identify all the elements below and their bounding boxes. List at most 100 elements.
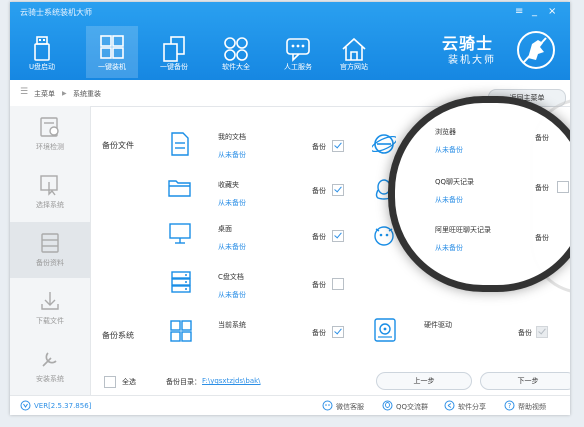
backup-label: 备份 [312,281,326,289]
home-icon [342,37,366,61]
backup-checkbox-qq[interactable] [557,181,569,193]
nav-label: 人工服务 [284,63,312,71]
item-status: 从未备份 [218,151,246,159]
sidebar-label: 下载文件 [36,317,64,325]
item-name: 浏览器 [435,128,456,136]
main-window: 云骑士系统装机大师 ≡ _ × U盘启动 一键装机 一键备份 软件大全 人工服务… [10,2,570,415]
item-status: 从未备份 [218,199,246,207]
select-system-icon [40,175,58,196]
nav-label: 软件大全 [222,63,250,71]
item-name: 桌面 [218,225,232,233]
brand-subtitle: 装机大师 [448,55,496,66]
help-video-link[interactable]: 帮助视频 [518,402,546,412]
item-name: C盘文档 [218,273,244,281]
prev-step-button[interactable]: 上一步 [376,372,472,390]
knight-logo-icon [517,31,555,69]
svg-text:?: ? [508,402,512,410]
backup-checkbox-current-system[interactable] [332,326,344,338]
item-status: 从未备份 [218,243,246,251]
breadcrumb-separator: ▶ [62,90,67,97]
wechat-service-link[interactable]: 微信客服 [336,402,364,412]
minimize-button[interactable]: _ [532,6,537,17]
backup-checkbox-desktop[interactable] [332,230,344,242]
sidebar-item-install[interactable]: 安装系统 [10,338,90,394]
hardware-driver-label: 硬件驱动 [424,321,452,329]
nav-label: 一键装机 [98,63,126,71]
sidebar-label: 选择系统 [36,201,64,209]
sidebar-label: 安装系统 [36,375,64,383]
nav-manual-service[interactable]: 人工服务 [272,32,324,78]
windows-icon [100,35,124,59]
sidebar-item-download[interactable]: 下载文件 [10,280,90,336]
backup-icon [163,36,185,62]
desktop-icon [169,223,191,244]
backup-label: 备份 [535,184,549,192]
backup-dir-label: 备份目录： [166,378,201,386]
next-step-button[interactable]: 下一步 [480,372,570,390]
backup-system-section-label: 备份系统 [102,331,134,340]
current-system-label: 当前系统 [218,321,246,329]
menu-button[interactable]: ≡ [515,6,523,17]
item-status: 从未备份 [435,196,463,204]
nav-one-key-backup[interactable]: 一键备份 [148,32,200,78]
item-name: 收藏夹 [218,181,239,189]
backup-checkbox-c-drive[interactable] [332,278,344,290]
version-icon [20,400,31,411]
wechat-icon [322,400,333,411]
sidebar-item-env-check[interactable]: 环境检测 [10,106,90,162]
backup-label: 备份 [312,143,326,151]
window-title: 云骑士系统装机大师 [20,8,92,17]
breadcrumb-home[interactable]: 主菜单 [34,89,55,99]
backup-label: 备份 [535,134,549,142]
backup-data-icon [41,233,59,253]
apps-icon [224,37,248,61]
chat-icon [286,38,310,62]
nav-one-key-install[interactable]: 一键装机 [86,26,138,78]
backup-label: 备份 [518,329,532,337]
sidebar-item-select-system[interactable]: 选择系统 [10,164,90,220]
close-button[interactable]: × [548,6,556,17]
document-icon [171,132,189,156]
download-icon [41,292,59,310]
qq-group-link[interactable]: QQ交流群 [396,402,428,412]
sidebar-label: 环境检测 [36,143,64,151]
backup-checkbox-documents[interactable] [332,140,344,152]
sidebar-item-backup-data[interactable]: 备份资料 [10,222,90,278]
menu-list-icon: ☰ [20,87,29,97]
status-bar: VER[2.5.37.856] 微信客服 QQ交流群 软件分享 ? 帮助视频 [10,395,570,415]
select-all-label: 全选 [122,378,136,386]
backup-dir-path-link[interactable]: F:\yqsxtzjds\bak\ [202,377,261,385]
usb-icon [34,36,50,61]
nav-official-site[interactable]: 官方网站 [328,32,380,78]
sidebar-label: 备份资料 [36,259,64,267]
select-all-checkbox[interactable] [104,376,116,388]
backup-files-section-label: 备份文件 [102,141,134,150]
backup-checkbox-hardware-driver[interactable] [536,326,548,338]
folder-icon [168,180,191,197]
item-name: 阿里旺旺聊天记录 [435,226,491,234]
backup-label: 备份 [535,234,549,242]
hardware-driver-icon [374,318,396,342]
nav-usb-boot[interactable]: U盘启动 [16,32,68,78]
top-bar: 云骑士系统装机大师 ≡ _ × U盘启动 一键装机 一键备份 软件大全 人工服务… [10,2,570,80]
backup-checkbox-favorites[interactable] [332,184,344,196]
brand-logo: 云骑士 装机大师 [442,30,562,70]
nav-label: U盘启动 [28,63,56,71]
item-name: QQ聊天记录 [435,178,475,186]
backup-label: 备份 [312,233,326,241]
help-icon: ? [504,400,515,411]
qq-group-icon [382,400,393,411]
nav-software[interactable]: 软件大全 [210,32,262,78]
check-env-icon [40,117,59,137]
item-status: 从未备份 [218,291,246,299]
magnifier-lens: 浏览器 从未备份 备份 QQ聊天记录 从未备份 备份 阿里旺旺聊天记录 从未备份… [388,96,570,292]
share-icon [444,400,455,411]
windows-system-icon [170,320,192,342]
nav-label: 官方网站 [340,63,368,71]
item-name: 我的文档 [218,133,246,141]
nav-label: 一键备份 [160,63,188,71]
browser-icon [372,134,396,154]
c-drive-docs-icon [171,271,191,293]
backup-label: 备份 [312,329,326,337]
software-share-link[interactable]: 软件分享 [458,402,486,412]
